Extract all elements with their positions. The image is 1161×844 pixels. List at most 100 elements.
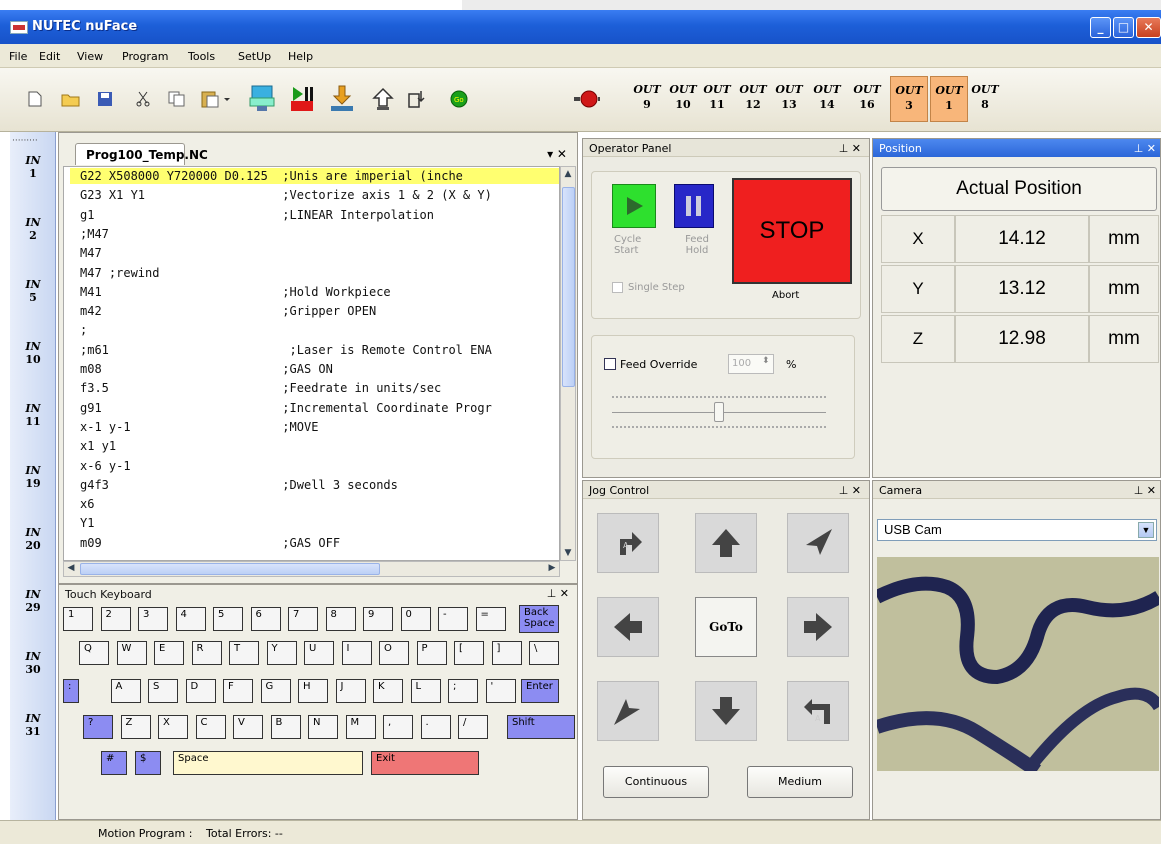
close-window-button[interactable]: ✕ (1136, 17, 1161, 38)
code-line[interactable]: g91 ;Incremental Coordinate Progr (80, 400, 492, 416)
key-w[interactable]: W (116, 641, 147, 665)
code-line[interactable]: x1 y1 (80, 438, 116, 454)
key-=[interactable]: = (475, 607, 506, 631)
key-s[interactable]: S (148, 679, 178, 703)
key-[[interactable]: [ (454, 641, 484, 665)
key-7[interactable]: 7 (288, 607, 318, 631)
code-line[interactable]: G22 X508000 Y720000 D0.125 ;Unis are imp… (70, 168, 559, 184)
medium-button[interactable]: Medium (747, 766, 853, 798)
vertical-scrollbar[interactable]: ▲ ▼ (560, 166, 576, 561)
key-k[interactable]: K (373, 679, 403, 703)
jog-left-button[interactable] (597, 597, 659, 657)
key-j[interactable]: J (335, 679, 366, 703)
new-file-icon[interactable] (22, 86, 48, 112)
key-,[interactable]: , (383, 715, 413, 739)
menu-file[interactable]: File (9, 50, 27, 63)
tab-prog100[interactable]: Prog100_Temp.NC (75, 143, 208, 165)
key-o[interactable]: O (379, 641, 409, 665)
key-u[interactable]: U (304, 641, 334, 665)
key-;[interactable]: ; (448, 679, 478, 703)
key-l[interactable]: L (410, 679, 441, 703)
key-'[interactable]: ' (485, 679, 516, 703)
go-green-icon[interactable]: Go (446, 86, 472, 112)
key-d[interactable]: D (185, 679, 216, 703)
output-8-button[interactable]: OUT 8 (966, 76, 1004, 122)
stop-red-icon[interactable] (574, 86, 600, 112)
goto-button[interactable]: GoTo (695, 597, 757, 657)
jog-up-button[interactable] (695, 513, 757, 573)
menu-setup[interactable]: SetUp (238, 50, 271, 63)
jog-down-button[interactable] (695, 681, 757, 741)
key-t[interactable]: T (229, 641, 259, 665)
key-\[interactable]: \ (529, 641, 559, 665)
code-line[interactable]: x6 (80, 496, 94, 512)
key-n[interactable]: N (308, 715, 338, 739)
output-14-button[interactable]: OUT 14 (808, 76, 846, 122)
jog-pin-close-icon[interactable]: ⊥ ✕ (839, 484, 861, 497)
key-r[interactable]: R (191, 641, 222, 665)
download-icon[interactable] (326, 82, 358, 114)
code-line[interactable]: m42 ;Gripper OPEN (80, 303, 376, 319)
code-area[interactable]: G22 X508000 Y720000 D0.125 ;Unis are imp… (63, 166, 560, 561)
gripper-dots[interactable]: ········· (12, 136, 38, 146)
output-13-button[interactable]: OUT 13 (770, 76, 808, 122)
jog-down-left-button[interactable] (597, 681, 659, 741)
code-line[interactable]: m09 ;GAS OFF (80, 535, 340, 551)
step-icon[interactable] (404, 86, 430, 112)
key-#[interactable]: # (101, 751, 127, 775)
key-9[interactable]: 9 (363, 607, 393, 631)
menu-edit[interactable]: Edit (39, 50, 60, 63)
single-step-checkbox[interactable] (612, 282, 623, 293)
code-line[interactable]: f3.5 ;Feedrate in units/sec (80, 380, 441, 396)
key-4[interactable]: 4 (175, 607, 206, 631)
key-space[interactable]: Space (173, 751, 363, 775)
key-3[interactable]: 3 (138, 607, 168, 631)
code-line[interactable]: x-6 y-1 (80, 458, 131, 474)
operator-pin-close-icon[interactable]: ⊥ ✕ (839, 142, 861, 155)
camera-source-select[interactable]: USB Cam ▼ (877, 519, 1157, 541)
key-shift[interactable]: Shift (507, 715, 575, 739)
key-c[interactable]: C (195, 715, 226, 739)
key-p[interactable]: P (416, 641, 447, 665)
key-back-space[interactable]: Back Space (519, 605, 559, 633)
key-?[interactable]: ? (83, 715, 113, 739)
key-5[interactable]: 5 (213, 607, 243, 631)
feed-hold-button[interactable] (674, 184, 714, 228)
jog-right-button[interactable] (787, 597, 849, 657)
key-v[interactable]: V (233, 715, 263, 739)
cycle-start-button[interactable] (612, 184, 656, 228)
key-e[interactable]: E (154, 641, 184, 665)
key-:[interactable]: : (63, 679, 79, 703)
key-/[interactable]: / (458, 715, 488, 739)
key-$[interactable]: $ (135, 751, 161, 775)
chevron-down-icon[interactable]: ▼ (1138, 522, 1154, 538)
key-8[interactable]: 8 (325, 607, 356, 631)
key-exit[interactable]: Exit (371, 751, 479, 775)
jog-up-right-button[interactable] (787, 513, 849, 573)
key-f[interactable]: F (223, 679, 253, 703)
code-line[interactable]: M47 ;rewind (80, 265, 159, 281)
feed-override-checkbox[interactable] (604, 358, 616, 370)
horizontal-scrollbar[interactable]: ◀ ▶ (63, 561, 560, 577)
key-g[interactable]: G (260, 679, 291, 703)
copy-icon[interactable] (164, 86, 190, 112)
key-z[interactable]: Z (120, 715, 151, 739)
code-line[interactable]: G23 X1 Y1 ;Vectorize axis 1 & 2 (X & Y) (80, 187, 492, 203)
upload-icon[interactable] (370, 86, 396, 112)
code-line[interactable]: x-1 y-1 ;MOVE (80, 419, 318, 435)
open-folder-icon[interactable] (58, 86, 84, 112)
cut-icon[interactable] (130, 86, 156, 112)
rotate-ccw-button[interactable]: A (787, 681, 849, 741)
key-x[interactable]: X (158, 715, 188, 739)
key-h[interactable]: H (298, 679, 328, 703)
stop-button[interactable]: STOP (732, 178, 852, 284)
override-slider-thumb[interactable] (714, 402, 724, 422)
continuous-button[interactable]: Continuous (603, 766, 709, 798)
key-2[interactable]: 2 (100, 607, 131, 631)
position-pin-close-icon[interactable]: ⊥ ✕ (1134, 142, 1156, 155)
key-a[interactable]: A (110, 679, 141, 703)
code-line[interactable]: ; (80, 322, 87, 338)
output-16-button[interactable]: OUT 16 (848, 76, 886, 122)
maximize-button[interactable]: □ (1113, 17, 1134, 38)
key-i[interactable]: I (341, 641, 372, 665)
